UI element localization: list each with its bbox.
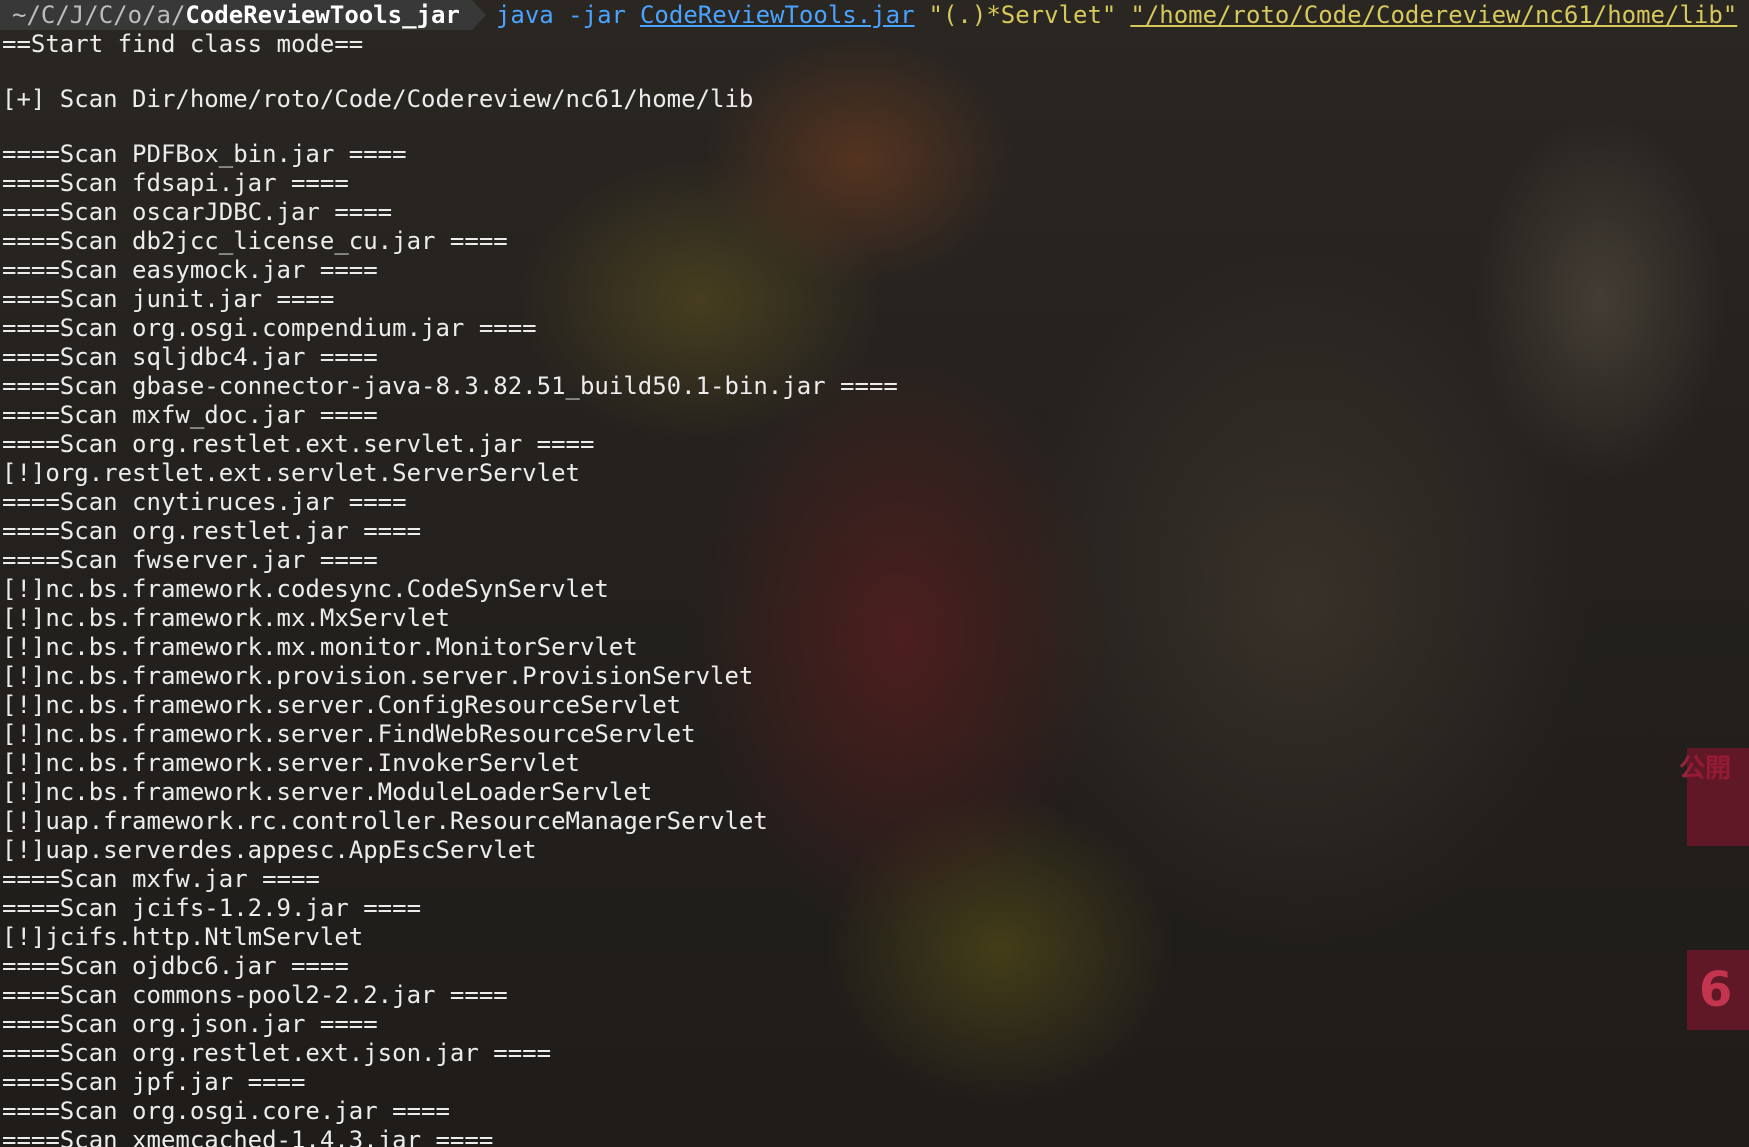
- output-line: ====Scan db2jcc_license_cu.jar ====: [2, 227, 508, 255]
- output-line: ====Scan cnytiruces.jar ====: [2, 488, 407, 516]
- output-line: [!]nc.bs.framework.mx.monitor.MonitorSer…: [2, 633, 638, 661]
- command-text: java -jar: [495, 1, 626, 29]
- output-line: ====Scan commons-pool2-2.2.jar ====: [2, 981, 508, 1009]
- output-lines: ====Scan PDFBox_bin.jar ==== ====Scan fds…: [0, 140, 1749, 1147]
- output-line: ====Scan fdsapi.jar ====: [2, 169, 349, 197]
- output-line: ====Scan easymock.jar ====: [2, 256, 378, 284]
- prompt-path-prefix: ~/C/J/C/o/a/: [12, 1, 186, 29]
- output-line: ====Scan org.restlet.ext.json.jar ====: [2, 1039, 552, 1067]
- terminal-output: ~/C/J/C/o/a/CodeReviewTools_jar java -jar…: [0, 0, 1749, 1147]
- command-pattern-arg: "(.)*Servlet": [928, 1, 1117, 29]
- output-line: [!]uap.serverdes.appesc.AppEscServlet: [2, 836, 537, 864]
- output-line: [!]jcifs.http.NtlmServlet: [2, 923, 364, 951]
- prompt-line[interactable]: ~/C/J/C/o/a/CodeReviewTools_jar java -jar…: [0, 0, 1749, 30]
- output-line: [!]nc.bs.framework.mx.MxServlet: [2, 604, 450, 632]
- output-line: ====Scan oscarJDBC.jar ====: [2, 198, 393, 226]
- prompt-path-current: CodeReviewTools_jar: [185, 1, 460, 29]
- command-jar-file[interactable]: CodeReviewTools.jar: [640, 0, 915, 30]
- output-line: ====Scan org.restlet.ext.servlet.jar ===…: [2, 430, 595, 458]
- prompt-arrow-icon: [471, 0, 486, 30]
- output-line: ====Scan xmemcached-1.4.3.jar ====: [2, 1126, 494, 1147]
- output-line: ====Scan PDFBox_bin.jar ====: [2, 140, 407, 168]
- output-line: ====Scan mxfw.jar ====: [2, 865, 320, 893]
- prompt-path: ~/C/J/C/o/a/CodeReviewTools_jar: [0, 0, 472, 30]
- output-line: ====Scan org.osgi.compendium.jar ====: [2, 314, 537, 342]
- output-line: [!]nc.bs.framework.codesync.CodeSynServl…: [2, 575, 609, 603]
- output-scan-dir: [+] Scan Dir/home/roto/Code/Codereview/n…: [2, 85, 754, 113]
- output-line: [!]uap.framework.rc.controller.ResourceM…: [2, 807, 768, 835]
- output-line: ====Scan jpf.jar ====: [2, 1068, 306, 1096]
- output-line: ====Scan org.restlet.jar ====: [2, 517, 422, 545]
- output-line: [!]nc.bs.framework.provision.server.Prov…: [2, 662, 754, 690]
- output-line: ====Scan sqljdbc4.jar ====: [2, 343, 378, 371]
- output-line: [!]nc.bs.framework.server.InvokerServlet: [2, 749, 580, 777]
- output-line: [!]org.restlet.ext.servlet.ServerServlet: [2, 459, 580, 487]
- output-line: ====Scan org.json.jar ====: [2, 1010, 378, 1038]
- output-line: ====Scan mxfw_doc.jar ====: [2, 401, 378, 429]
- output-line: ====Scan junit.jar ====: [2, 285, 335, 313]
- command-path-arg[interactable]: "/home/roto/Code/Codereview/nc61/home/li…: [1130, 0, 1737, 30]
- output-line: [!]nc.bs.framework.server.ModuleLoaderSe…: [2, 778, 653, 806]
- terminal-window[interactable]: 公開 6 ~/C/J/C/o/a/CodeReviewTools_jarjava…: [0, 0, 1749, 1147]
- output-line: [!]nc.bs.framework.server.ConfigResource…: [2, 691, 682, 719]
- output-line: [!]nc.bs.framework.server.FindWebResourc…: [2, 720, 696, 748]
- output-header: ==Start find class mode==: [2, 30, 364, 58]
- output-line: ====Scan org.osgi.core.jar ====: [2, 1097, 450, 1125]
- output-line: ====Scan gbase-connector-java-8.3.82.51_…: [2, 372, 898, 400]
- output-line: ====Scan fwserver.jar ====: [2, 546, 378, 574]
- output-line: ====Scan ojdbc6.jar ====: [2, 952, 349, 980]
- output-line: ====Scan jcifs-1.2.9.jar ====: [2, 894, 422, 922]
